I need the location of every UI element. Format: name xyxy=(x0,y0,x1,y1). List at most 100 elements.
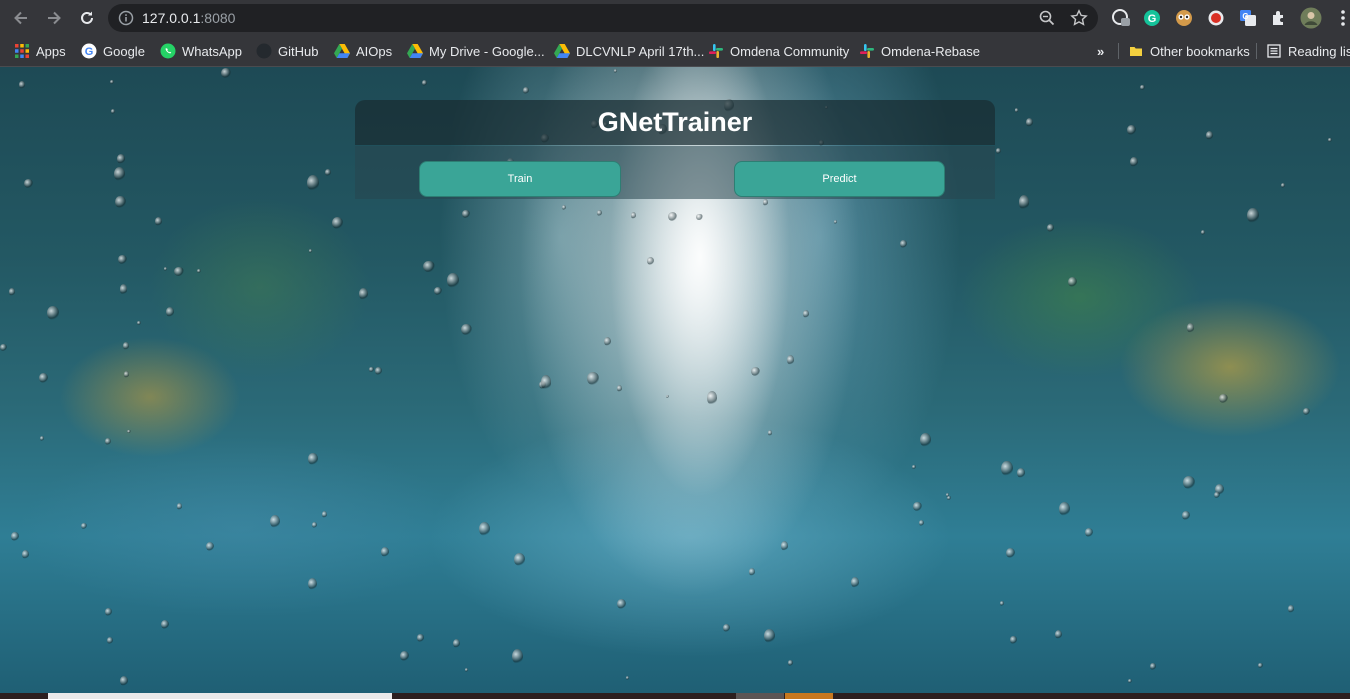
zoom-icon[interactable] xyxy=(1038,9,1056,27)
bookmark-label: DLCVNLP April 17th... xyxy=(576,43,705,59)
translate-extension-icon[interactable]: G xyxy=(1237,7,1259,29)
bookmark-whatsapp[interactable]: WhatsApp xyxy=(160,41,242,61)
other-bookmarks-label: Other bookmarks xyxy=(1150,43,1250,59)
panel-header: GNetTrainer xyxy=(355,100,995,145)
raindrop xyxy=(780,541,789,551)
browser-menu-icon[interactable] xyxy=(1332,7,1350,29)
raindrop xyxy=(1016,468,1026,479)
reload-icon xyxy=(81,11,93,24)
bookmark-github[interactable]: GitHub xyxy=(256,41,318,61)
google-drive-icon xyxy=(407,43,423,59)
raindrop xyxy=(767,430,773,436)
raindrop xyxy=(513,553,525,566)
raindrop xyxy=(447,273,459,288)
github-icon xyxy=(256,43,272,59)
bookmark-my-drive[interactable]: My Drive - Google... xyxy=(407,41,545,61)
raindrop xyxy=(562,205,566,211)
raindrop xyxy=(900,239,908,248)
predict-button[interactable]: Predict xyxy=(734,161,945,197)
bookmark-omdena-community[interactable]: Omdena Community xyxy=(708,41,849,61)
folder-icon xyxy=(1128,43,1144,59)
raindrop xyxy=(417,634,424,642)
back-button[interactable] xyxy=(8,5,34,31)
other-bookmarks-folder[interactable]: Other bookmarks xyxy=(1128,41,1250,61)
panel-actions: Train Predict xyxy=(355,146,995,199)
bookmarks-overflow-button[interactable]: » xyxy=(1097,41,1104,61)
raindrop xyxy=(165,306,174,317)
raindrop xyxy=(308,453,318,465)
raindrop xyxy=(1005,548,1015,559)
bookmarks-divider xyxy=(1118,43,1119,59)
bookmark-apps[interactable]: Apps xyxy=(14,41,66,61)
taskbar-strip xyxy=(0,693,1350,699)
reading-list-icon xyxy=(1266,43,1282,59)
raindrop xyxy=(205,542,214,552)
extensions-puzzle-icon[interactable] xyxy=(1268,7,1290,29)
raindrop xyxy=(374,367,383,375)
bookmark-label: My Drive - Google... xyxy=(429,43,545,59)
train-button[interactable]: Train xyxy=(419,161,621,197)
whatsapp-icon xyxy=(160,43,176,59)
bookmark-label: Google xyxy=(103,43,145,59)
record-extension-icon[interactable] xyxy=(1205,7,1227,29)
raindrop xyxy=(763,628,775,643)
raindrop xyxy=(1046,224,1055,233)
raindrop xyxy=(1014,108,1019,113)
bookmark-google[interactable]: G Google xyxy=(81,41,145,61)
raindrop xyxy=(1214,491,1220,499)
bookmark-aiops[interactable]: AIOps xyxy=(334,41,392,61)
bookmark-star-icon[interactable] xyxy=(1070,9,1088,27)
trainer-panel: GNetTrainer Train Predict xyxy=(355,100,995,199)
raindrop xyxy=(105,607,113,616)
raindrop xyxy=(1129,156,1138,167)
raindrop xyxy=(400,650,409,661)
raindrop xyxy=(1187,322,1195,333)
raindrop xyxy=(1126,124,1136,135)
profile-extension-icon[interactable] xyxy=(1110,7,1132,29)
bookmark-omdena-rebase[interactable]: Omdena-Rebase xyxy=(859,41,980,61)
raindrop xyxy=(762,199,769,206)
raindrop xyxy=(11,532,19,541)
raindrop xyxy=(197,269,201,274)
bookmark-label: Omdena Community xyxy=(730,43,850,59)
raindrop xyxy=(1010,635,1017,645)
google-drive-icon xyxy=(334,43,350,59)
taskbar-segment xyxy=(785,693,833,699)
grammarly-icon[interactable]: G xyxy=(1141,7,1163,29)
raindrop xyxy=(9,288,15,296)
raindrop xyxy=(1183,476,1195,490)
raindrop xyxy=(802,310,809,318)
user-avatar-icon[interactable] xyxy=(1300,7,1322,29)
bookmark-label: GitHub xyxy=(278,43,319,59)
site-info-icon[interactable] xyxy=(118,10,134,31)
bookmarks-bar: Apps G Google WhatsApp GitHub AIOps My D… xyxy=(0,35,1350,67)
address-text[interactable]: 127.0.0.1:8080 xyxy=(142,10,235,26)
raindrop xyxy=(851,577,859,589)
google-drive-icon xyxy=(554,43,570,59)
raindrop xyxy=(668,211,677,221)
address-bar[interactable]: 127.0.0.1:8080 xyxy=(108,4,1098,32)
raindrop xyxy=(154,217,163,227)
reading-list-divider xyxy=(1256,43,1257,59)
bookmark-label: WhatsApp xyxy=(182,43,242,59)
raindrop xyxy=(625,676,630,681)
raindrop xyxy=(540,375,552,390)
raindrop xyxy=(1258,663,1263,669)
back-arrow-icon xyxy=(14,11,27,25)
raindrop xyxy=(321,511,327,519)
forward-button[interactable] xyxy=(41,5,67,31)
reload-button[interactable] xyxy=(74,5,100,31)
reading-list-button[interactable]: Reading list xyxy=(1266,41,1350,61)
raindrop xyxy=(696,213,703,221)
raindrop xyxy=(124,371,130,378)
raindrop xyxy=(919,520,925,527)
raindrop xyxy=(106,636,113,644)
owl-extension-icon[interactable] xyxy=(1173,7,1195,29)
bookmark-dlcvnlp[interactable]: DLCVNLP April 17th... xyxy=(554,41,704,61)
raindrop xyxy=(136,320,141,326)
raindrop xyxy=(18,81,25,90)
raindrop xyxy=(995,148,1002,154)
raindrop xyxy=(325,169,332,177)
raindrop xyxy=(1127,678,1133,684)
raindrop xyxy=(381,547,390,558)
